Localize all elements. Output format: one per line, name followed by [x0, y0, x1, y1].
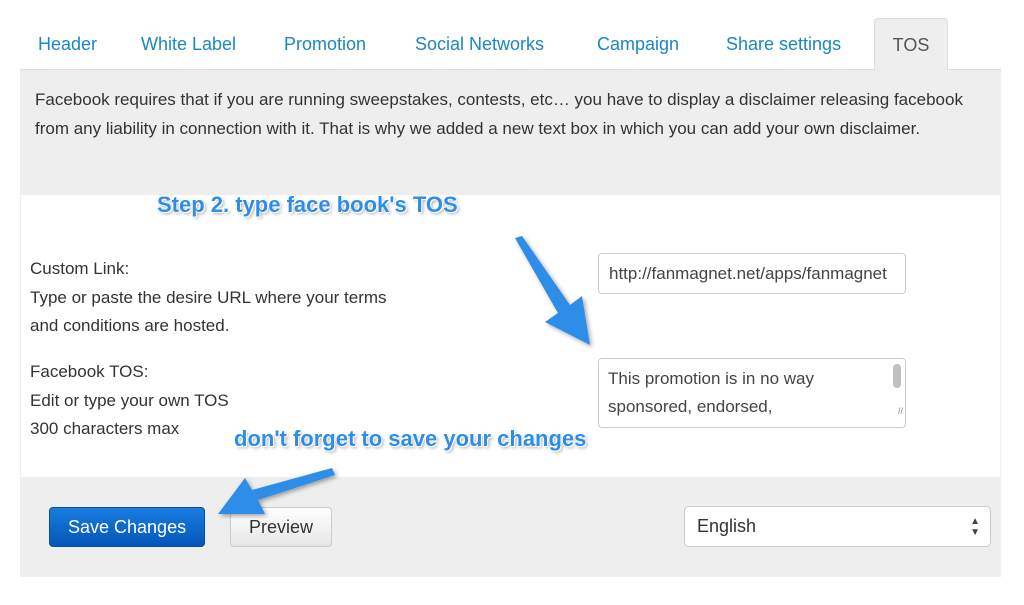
tab-header[interactable]: Header	[38, 18, 97, 70]
tab-share-settings[interactable]: Share settings	[726, 18, 841, 70]
custom-link-desc: and conditions are hosted.	[30, 316, 230, 335]
facebook-tos-label: Facebook TOS: Edit or type your own TOS …	[30, 358, 229, 444]
annotation-step2: Step 2. type face book's TOS	[157, 192, 458, 217]
intro-text: Facebook requires that if you are runnin…	[20, 70, 1001, 195]
annotation-save-note: don't forget to save your changes	[234, 426, 587, 451]
language-value: English	[697, 516, 757, 536]
custom-link-title: Custom Link:	[30, 259, 130, 278]
tab-social-networks[interactable]: Social Networks	[415, 18, 544, 70]
scrollbar[interactable]	[893, 364, 901, 388]
facebook-tos-limit: 300 characters max	[30, 419, 180, 438]
select-arrows-icon: ▲ ▼	[970, 516, 980, 538]
facebook-tos-textarea[interactable]: This promotion is in no way sponsored, e…	[598, 358, 906, 428]
facebook-tos-title: Facebook TOS:	[30, 362, 149, 381]
save-changes-button[interactable]: Save Changes	[49, 507, 206, 547]
custom-link-desc: Type or paste the desire URL where your …	[30, 287, 387, 307]
tab-promotion[interactable]: Promotion	[284, 18, 366, 70]
resize-grip-icon[interactable]: //	[898, 397, 903, 425]
tab-bar: Header White Label Promotion Social Netw…	[20, 18, 1001, 71]
tab-tos[interactable]: TOS	[874, 18, 948, 71]
facebook-tos-desc: Edit or type your own TOS	[30, 390, 229, 410]
custom-link-input[interactable]: http://fanmagnet.net/apps/fanmagnet	[598, 253, 906, 294]
preview-button[interactable]: Preview	[230, 507, 333, 547]
tab-white-label[interactable]: White Label	[141, 18, 236, 70]
tab-campaign[interactable]: Campaign	[597, 18, 679, 70]
custom-link-label: Custom Link: Type or paste the desire UR…	[30, 255, 387, 341]
facebook-tos-value: This promotion is in no way sponsored, e…	[608, 369, 814, 416]
language-select[interactable]: English ▲ ▼	[684, 506, 991, 547]
